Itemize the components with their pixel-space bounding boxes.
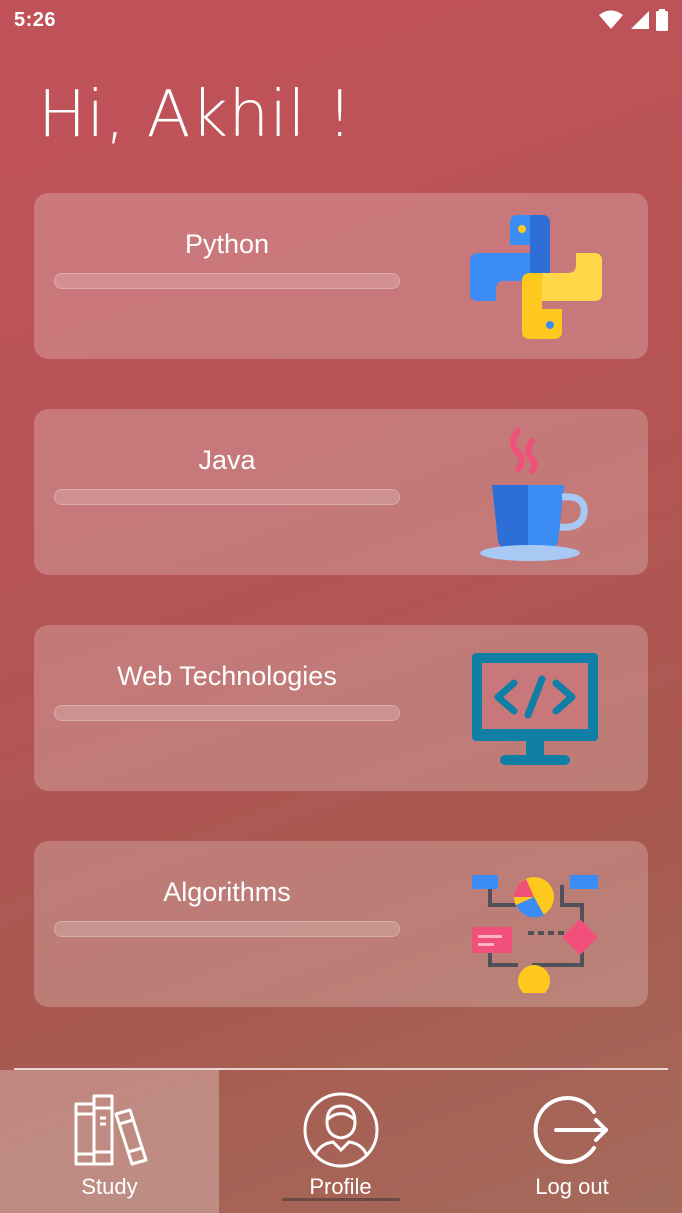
web-code-monitor-icon bbox=[472, 653, 598, 765]
algorithm-flowchart-icon bbox=[472, 875, 598, 993]
course-progress-bar bbox=[54, 705, 400, 721]
status-time: 5:26 bbox=[14, 8, 57, 31]
course-title: Algorithms bbox=[163, 877, 291, 907]
course-card-java[interactable]: Java bbox=[34, 409, 648, 575]
course-card-python[interactable]: Python bbox=[34, 193, 648, 359]
course-title: Web Technologies bbox=[117, 661, 337, 691]
course-progress-bar bbox=[54, 273, 400, 289]
battery-icon bbox=[656, 9, 668, 31]
books-icon bbox=[74, 1094, 147, 1166]
course-card-algorithms[interactable]: Algorithms bbox=[34, 841, 648, 1007]
nav-label-profile: Profile bbox=[309, 1174, 372, 1199]
nav-item-study[interactable]: Study bbox=[0, 1070, 219, 1213]
python-icon bbox=[470, 215, 602, 339]
logout-icon bbox=[533, 1096, 608, 1164]
signal-icon bbox=[631, 11, 649, 29]
status-icons bbox=[598, 9, 668, 31]
course-title: Python bbox=[184, 229, 270, 259]
nav-label-logout: Log out bbox=[535, 1174, 609, 1199]
nav-item-logout[interactable]: Log out bbox=[462, 1070, 682, 1213]
greeting-title: Hi, Akhil ! bbox=[38, 78, 354, 152]
wifi-icon bbox=[599, 10, 623, 29]
bottom-nav: Study Profile Log out bbox=[0, 1070, 682, 1213]
course-card-web-technologies[interactable]: Web Technologies bbox=[34, 625, 648, 791]
home-indicator bbox=[282, 1198, 400, 1201]
nav-item-profile[interactable]: Profile bbox=[219, 1070, 462, 1213]
nav-label-study: Study bbox=[81, 1174, 138, 1199]
course-progress-bar bbox=[54, 489, 400, 505]
status-bar: 5:26 bbox=[0, 0, 682, 40]
user-profile-icon bbox=[303, 1092, 378, 1168]
course-title: Java bbox=[198, 445, 256, 475]
course-progress-bar bbox=[54, 921, 400, 937]
java-coffee-icon bbox=[480, 428, 588, 561]
